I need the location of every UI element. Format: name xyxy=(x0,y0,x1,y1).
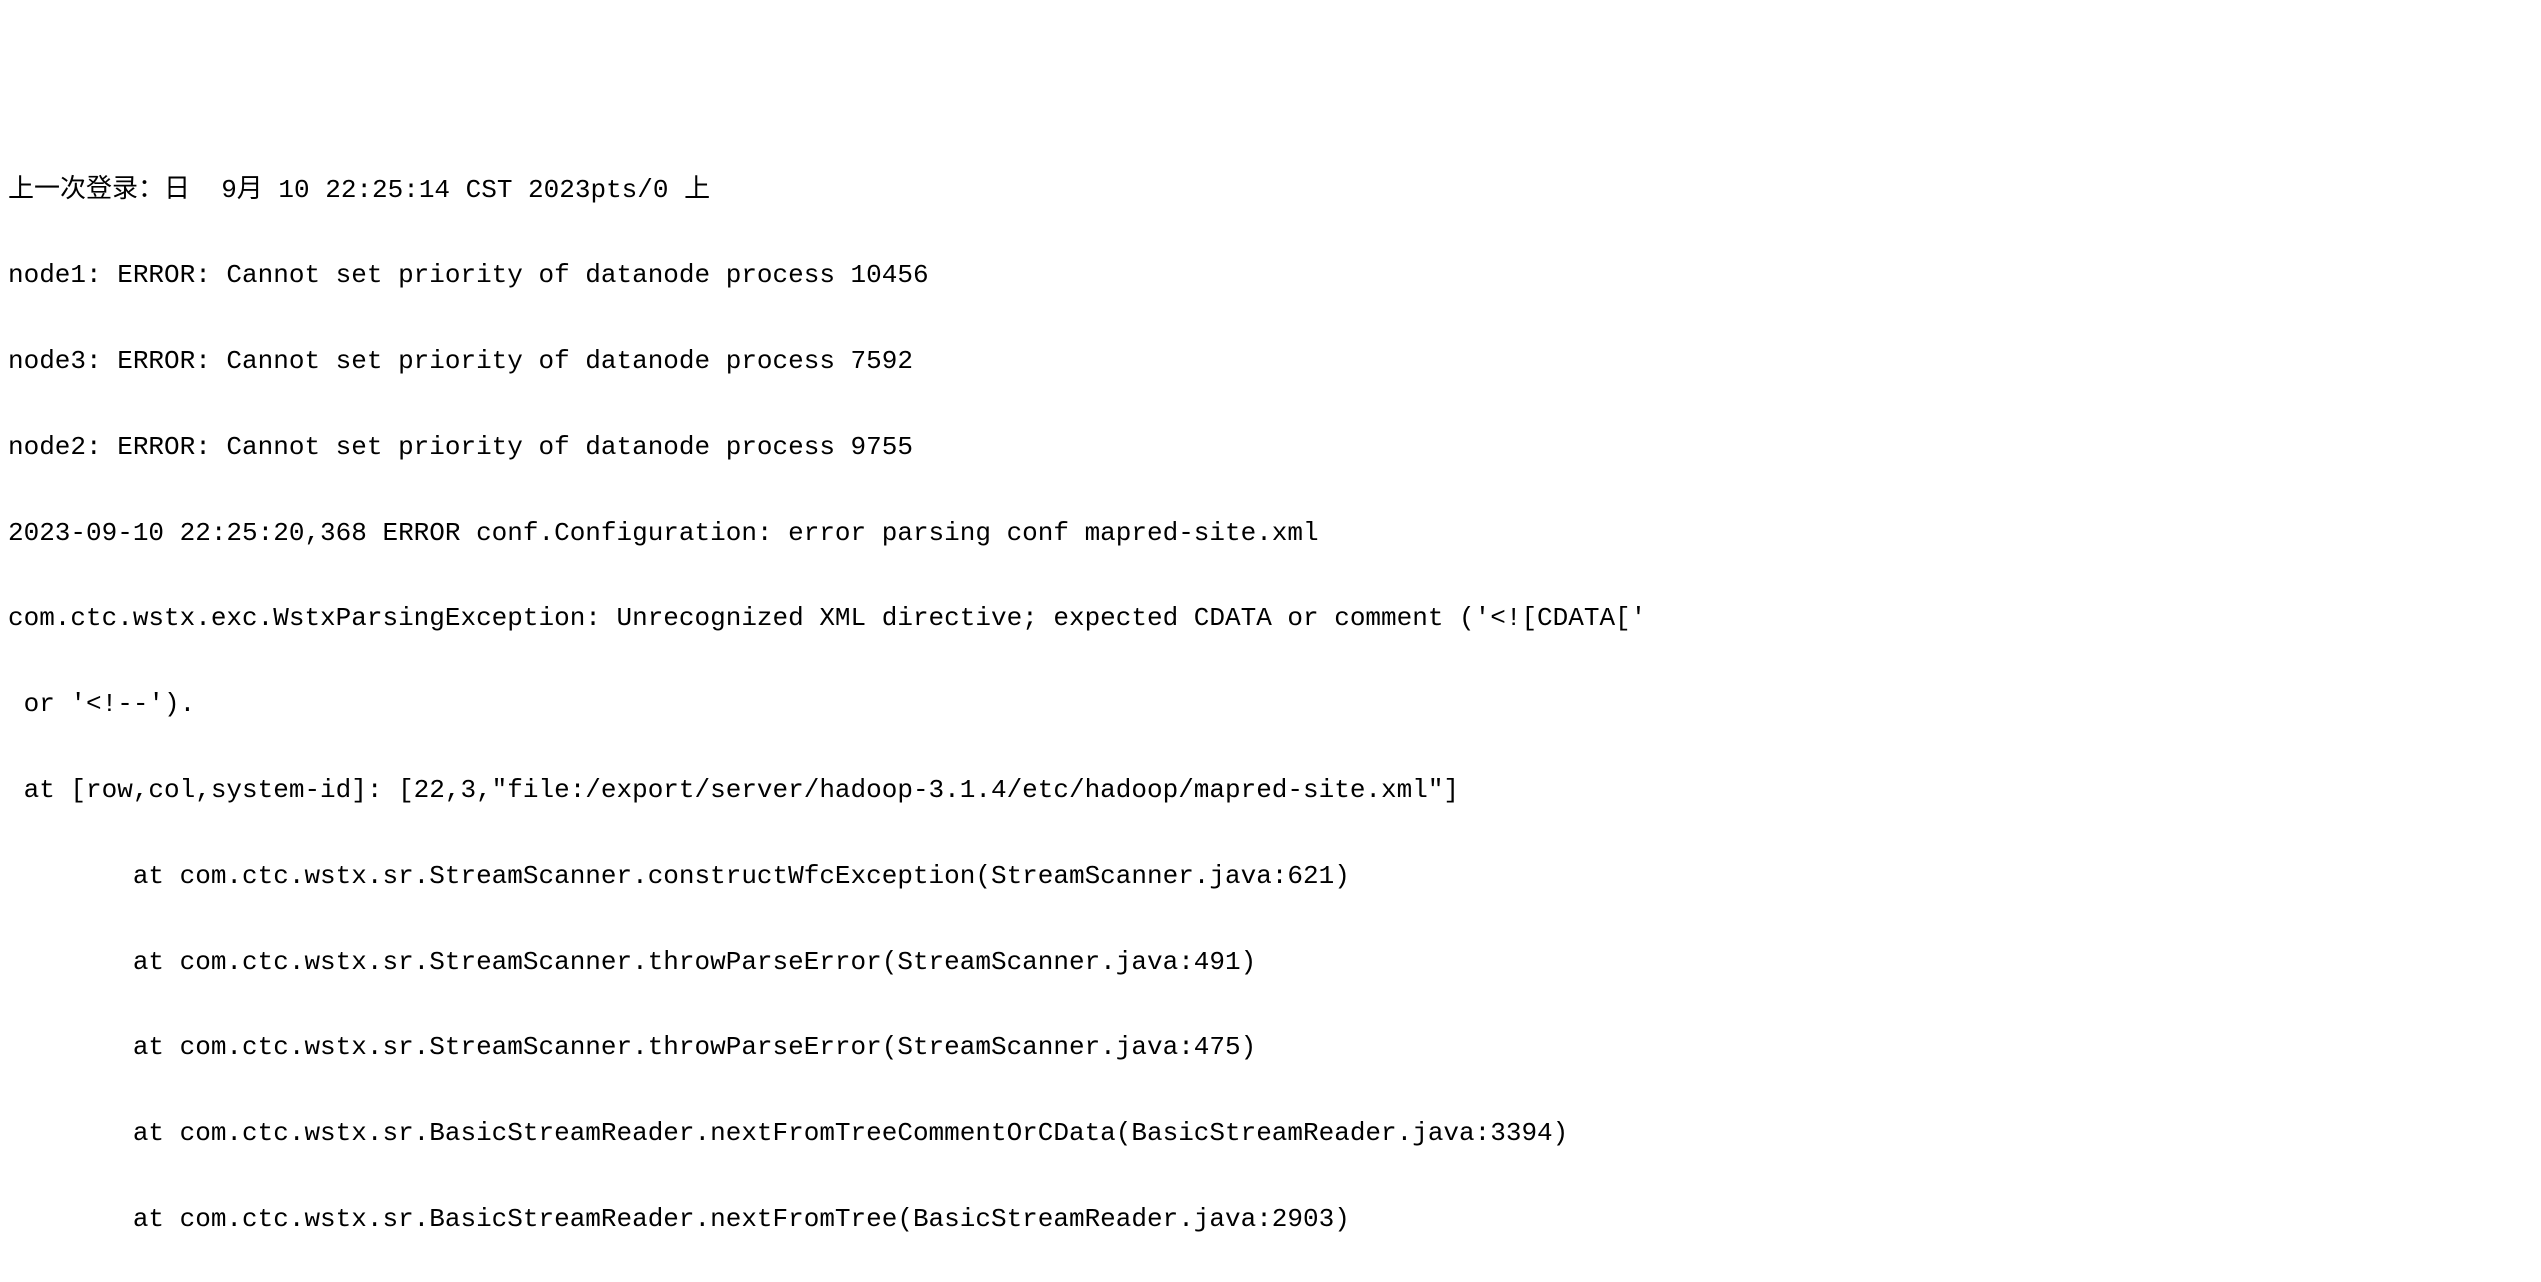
terminal-line: at com.ctc.wstx.sr.BasicStreamReader.nex… xyxy=(8,1119,2533,1148)
terminal-output: 上一次登录：日 9月 10 22:25:14 CST 2023pts/0 上 n… xyxy=(8,118,2533,1282)
terminal-line: at com.ctc.wstx.sr.BasicStreamReader.nex… xyxy=(8,1205,2533,1234)
terminal-line: at com.ctc.wstx.sr.StreamScanner.throwPa… xyxy=(8,1033,2533,1062)
terminal-line: node1: ERROR: Cannot set priority of dat… xyxy=(8,261,2533,290)
terminal-line: node2: ERROR: Cannot set priority of dat… xyxy=(8,433,2533,462)
terminal-line: node3: ERROR: Cannot set priority of dat… xyxy=(8,347,2533,376)
terminal-line: at [row,col,system-id]: [22,3,"file:/exp… xyxy=(8,776,2533,805)
terminal-line: or '<!--'). xyxy=(8,690,2533,719)
terminal-line: com.ctc.wstx.exc.WstxParsingException: U… xyxy=(8,604,2533,633)
terminal-line: 2023-09-10 22:25:20,368 ERROR conf.Confi… xyxy=(8,519,2533,548)
terminal-line: 上一次登录：日 9月 10 22:25:14 CST 2023pts/0 上 xyxy=(8,176,2533,205)
terminal-line: at com.ctc.wstx.sr.StreamScanner.constru… xyxy=(8,862,2533,891)
terminal-line: at com.ctc.wstx.sr.StreamScanner.throwPa… xyxy=(8,948,2533,977)
